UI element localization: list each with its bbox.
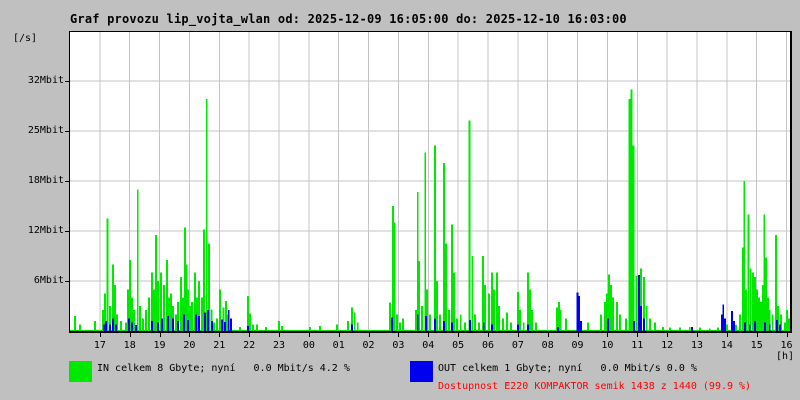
x-axis-tick-mark [189, 333, 191, 337]
y-axis-tick-mark [65, 81, 70, 82]
y-axis-tick-label: 18Mbit [27, 175, 64, 186]
y-axis-tick-label: 12Mbit [27, 225, 64, 236]
x-axis-tick-label: 23 [272, 340, 285, 351]
x-axis-tick-label: 02 [362, 340, 375, 351]
x-axis-tick-label: 22 [243, 340, 256, 351]
x-axis-tick-mark [607, 333, 609, 337]
legend-in-swatch [69, 361, 92, 382]
x-axis-tick-label: 05 [452, 340, 465, 351]
x-axis-tick-label: 11 [631, 340, 644, 351]
legend-out-label: OUT celkem 1 Gbyte; nyní 0.0 Mbit/s 0.0 … [438, 363, 697, 374]
x-axis-tick-mark [517, 333, 519, 337]
y-axis-tick-label: 25Mbit [27, 125, 64, 136]
x-axis-tick-label: 12 [661, 340, 674, 351]
y-axis-unit-label: [/s] [13, 33, 38, 44]
x-axis-tick-mark [219, 333, 221, 337]
y-axis-tick-label: 6Mbit [33, 275, 64, 286]
x-axis-tick-label: 08 [541, 340, 554, 351]
x-axis-tick-label: 15 [750, 340, 763, 351]
x-axis-tick-mark [159, 333, 161, 337]
x-axis-tick-mark [338, 333, 340, 337]
x-axis-tick-label: 00 [302, 340, 315, 351]
traffic-chart-svg [70, 32, 790, 331]
legend-out-swatch [410, 361, 433, 382]
x-axis-tick-label: 19 [153, 340, 166, 351]
x-axis-tick-label: 04 [422, 340, 435, 351]
x-axis-tick-mark [487, 333, 489, 337]
y-axis-tick-mark [65, 231, 70, 232]
x-axis-tick-mark [428, 333, 430, 337]
y-axis-tick-label: 32Mbit [27, 75, 64, 86]
x-axis-tick-mark [637, 333, 639, 337]
x-axis-tick-mark [308, 333, 310, 337]
x-axis-tick-label: 07 [511, 340, 524, 351]
legend-in-label: IN celkem 8 Gbyte; nyní 0.0 Mbit/s 4.2 % [97, 363, 350, 374]
page-title: Graf provozu lip_vojta_wlan od: 2025-12-… [70, 12, 627, 26]
x-axis-tick-mark [667, 333, 669, 337]
x-axis-tick-mark [368, 333, 370, 337]
y-axis-tick-mark [65, 281, 70, 282]
x-axis-tick-mark [726, 333, 728, 337]
mrtg-traffic-page: Graf provozu lip_vojta_wlan od: 2025-12-… [0, 0, 800, 400]
x-axis-unit-label: [h] [776, 351, 795, 362]
y-axis-tick-mark [65, 181, 70, 182]
x-axis-tick-label: 21 [213, 340, 226, 351]
x-axis-tick-label: 03 [392, 340, 405, 351]
x-axis-tick-mark [577, 333, 579, 337]
x-axis-tick-label: 18 [123, 340, 136, 351]
x-axis-tick-mark [99, 333, 101, 337]
x-axis-tick-mark [249, 333, 251, 337]
x-axis-tick-label: 06 [481, 340, 494, 351]
x-axis-tick-mark [696, 333, 698, 337]
x-axis-tick-mark [398, 333, 400, 337]
y-axis-tick-mark [65, 131, 70, 132]
x-axis-tick-mark [786, 333, 788, 337]
x-axis-tick-mark [756, 333, 758, 337]
x-axis-tick-mark [458, 333, 460, 337]
availability-status-text: Dostupnost E220 KOMPAKTOR semik 1438 z 1… [438, 381, 752, 392]
x-axis-tick-mark [278, 333, 280, 337]
x-axis-tick-mark [129, 333, 131, 337]
x-axis-tick-label: 09 [571, 340, 584, 351]
x-axis-tick-label: 14 [720, 340, 733, 351]
traffic-chart-plot-area [69, 31, 792, 333]
x-axis-tick-mark [547, 333, 549, 337]
x-axis-tick-label: 20 [183, 340, 196, 351]
x-axis-tick-label: 10 [601, 340, 614, 351]
x-axis-tick-label: 13 [690, 340, 703, 351]
x-axis-tick-label: 01 [332, 340, 345, 351]
x-axis-tick-label: 17 [93, 340, 106, 351]
